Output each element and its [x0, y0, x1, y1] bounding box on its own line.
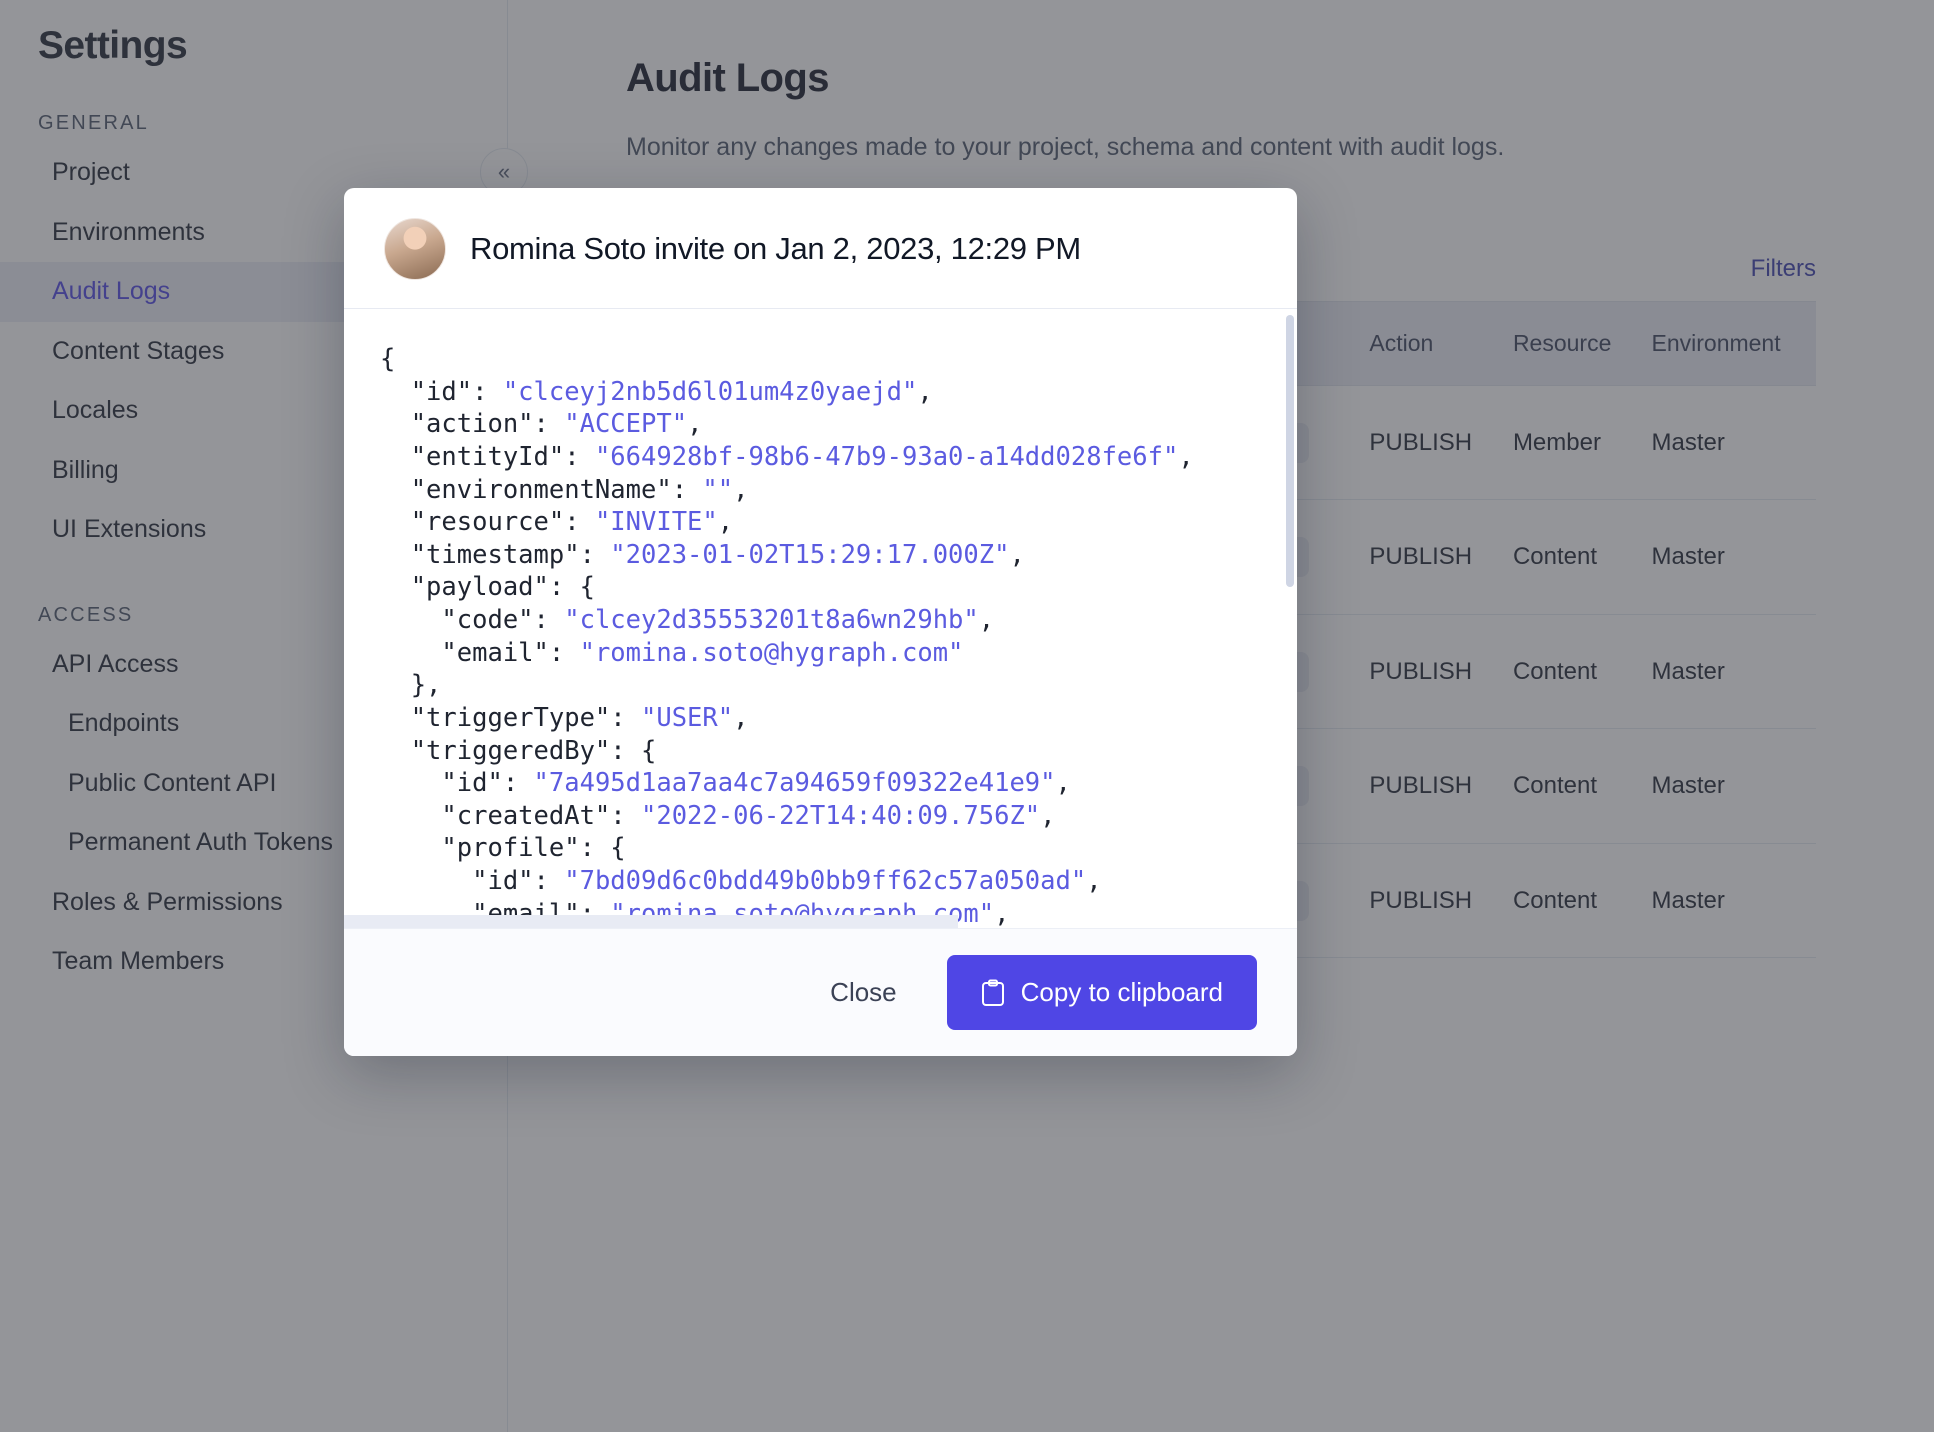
audit-log-detail-modal: Romina Soto invite on Jan 2, 2023, 12:29…	[344, 188, 1297, 1056]
copy-to-clipboard-button[interactable]: Copy to clipboard	[947, 955, 1257, 1030]
modal-body: { "id": "clceyj2nb5d6l01um4z0yaejd", "ac…	[344, 309, 1297, 928]
vertical-scrollbar[interactable]	[1286, 315, 1294, 587]
clipboard-icon	[981, 979, 1005, 1007]
modal-title: Romina Soto invite on Jan 2, 2023, 12:29…	[470, 231, 1081, 267]
modal-header: Romina Soto invite on Jan 2, 2023, 12:29…	[344, 188, 1297, 309]
json-viewer[interactable]: { "id": "clceyj2nb5d6l01um4z0yaejd", "ac…	[344, 309, 1297, 928]
close-button[interactable]: Close	[810, 963, 916, 1022]
horizontal-scrollbar[interactable]	[344, 915, 958, 928]
copy-button-label: Copy to clipboard	[1021, 977, 1223, 1008]
app-root: Settings GENERALProjectEnvironmentsAudit…	[0, 0, 1934, 1432]
modal-footer: Close Copy to clipboard	[344, 928, 1297, 1056]
avatar	[384, 218, 446, 280]
